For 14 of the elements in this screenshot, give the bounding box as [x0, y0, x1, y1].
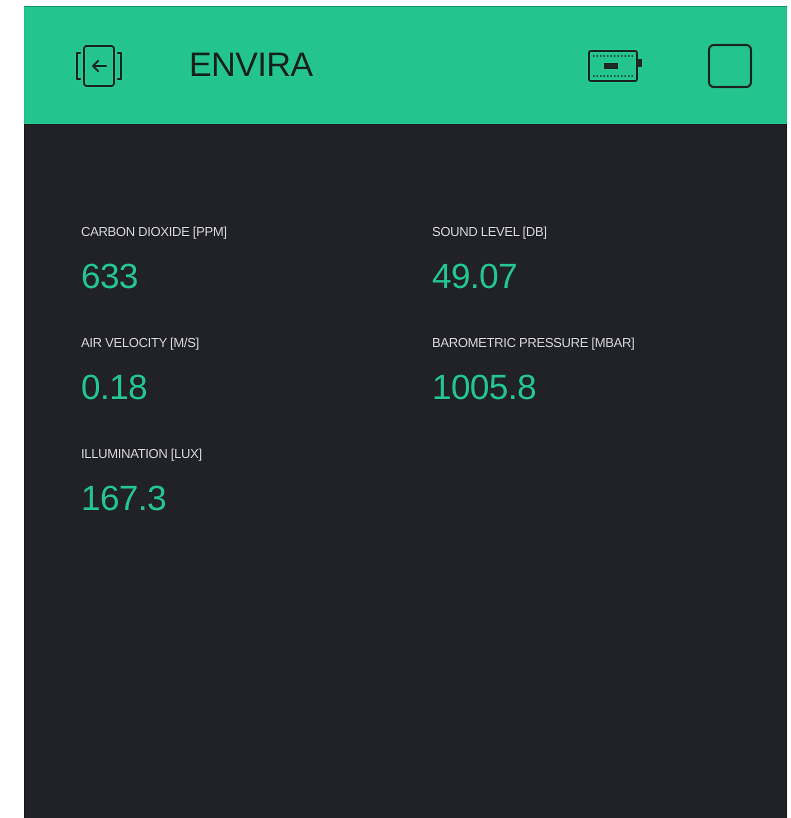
widget-value: 1005.8 [432, 368, 536, 408]
widget-value: 49.07 [432, 257, 518, 297]
exit-icon[interactable] [74, 42, 124, 88]
widget-label: AIR VELOCITY [M/S] [81, 335, 199, 350]
widget-value: 633 [81, 257, 138, 297]
square-icon[interactable] [707, 42, 753, 88]
widget-value: 0.18 [81, 368, 148, 408]
widget-label: ILLUMINATION [LUX] [81, 446, 202, 461]
widget-label: CARBON DIOXIDE [PPM] [81, 224, 227, 239]
widget-value: 167.3 [81, 479, 166, 519]
widget-label: SOUND LEVEL [DB] [432, 224, 547, 239]
app-title: ENVIRA [189, 46, 313, 85]
device-board-icon[interactable] [587, 48, 643, 82]
widget-label: BAROMETRIC PRESSURE [MBAR] [432, 335, 634, 350]
